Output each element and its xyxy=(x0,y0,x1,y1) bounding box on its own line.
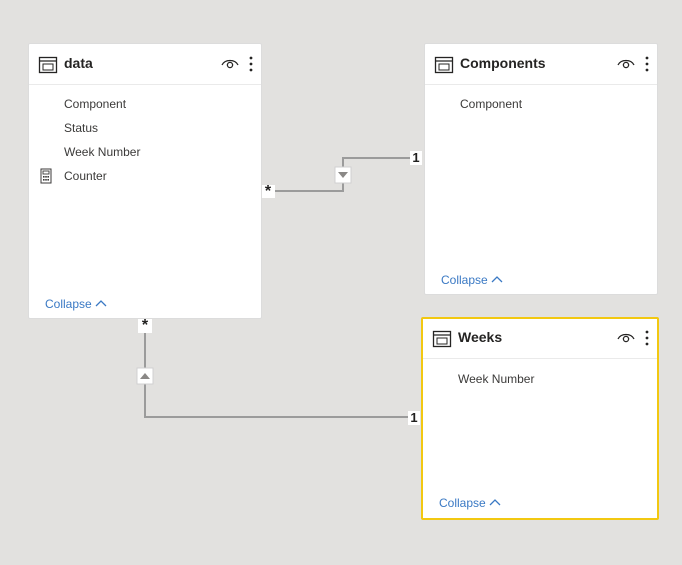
table-card-header[interactable]: data xyxy=(29,44,261,85)
cardinality-one-components: 1 xyxy=(410,151,422,165)
table-card-data[interactable]: data Component Status Week Number Counte xyxy=(28,43,262,319)
eye-icon[interactable] xyxy=(617,331,635,345)
field-week-number[interactable]: Week Number xyxy=(64,145,140,159)
table-card-header[interactable]: Components xyxy=(425,44,657,85)
table-icon xyxy=(38,56,58,74)
field-status[interactable]: Status xyxy=(64,121,98,135)
collapse-button[interactable]: Collapse xyxy=(441,273,503,287)
chevron-up-icon xyxy=(489,499,501,506)
collapse-button[interactable]: Collapse xyxy=(439,496,501,510)
model-canvas[interactable]: * 1 * 1 data Component Status Week Numbe… xyxy=(0,0,682,565)
more-options-icon[interactable] xyxy=(247,55,255,73)
relationship-data-weeks[interactable] xyxy=(144,319,420,418)
eye-icon[interactable] xyxy=(617,57,635,71)
table-card-components[interactable]: Components Component Collapse xyxy=(424,43,658,295)
cardinality-many-components: * xyxy=(261,184,275,200)
field-week-number[interactable]: Week Number xyxy=(458,372,534,386)
table-title: Components xyxy=(460,55,546,71)
field-component[interactable]: Component xyxy=(64,97,126,111)
filter-direction-marker-components xyxy=(334,166,352,184)
filter-direction-marker-weeks xyxy=(136,367,154,385)
table-title: data xyxy=(64,55,93,71)
field-counter[interactable]: Counter xyxy=(64,169,107,183)
chevron-up-icon xyxy=(95,300,107,307)
eye-icon[interactable] xyxy=(221,57,239,71)
cardinality-many-weeks: * xyxy=(138,318,152,334)
chevron-up-icon xyxy=(491,276,503,283)
table-icon xyxy=(432,330,452,348)
table-icon xyxy=(434,56,454,74)
table-title: Weeks xyxy=(458,329,503,345)
collapse-label: Collapse xyxy=(441,273,488,287)
more-options-icon[interactable] xyxy=(643,329,651,347)
table-card-header[interactable]: Weeks xyxy=(423,318,657,359)
collapse-button[interactable]: Collapse xyxy=(45,297,107,311)
collapse-label: Collapse xyxy=(439,496,486,510)
more-options-icon[interactable] xyxy=(643,55,651,73)
calculator-icon xyxy=(40,168,52,184)
cardinality-one-weeks: 1 xyxy=(408,411,420,425)
table-card-weeks[interactable]: Weeks Week Number Collapse xyxy=(421,317,659,520)
field-component[interactable]: Component xyxy=(460,97,522,111)
collapse-label: Collapse xyxy=(45,297,92,311)
